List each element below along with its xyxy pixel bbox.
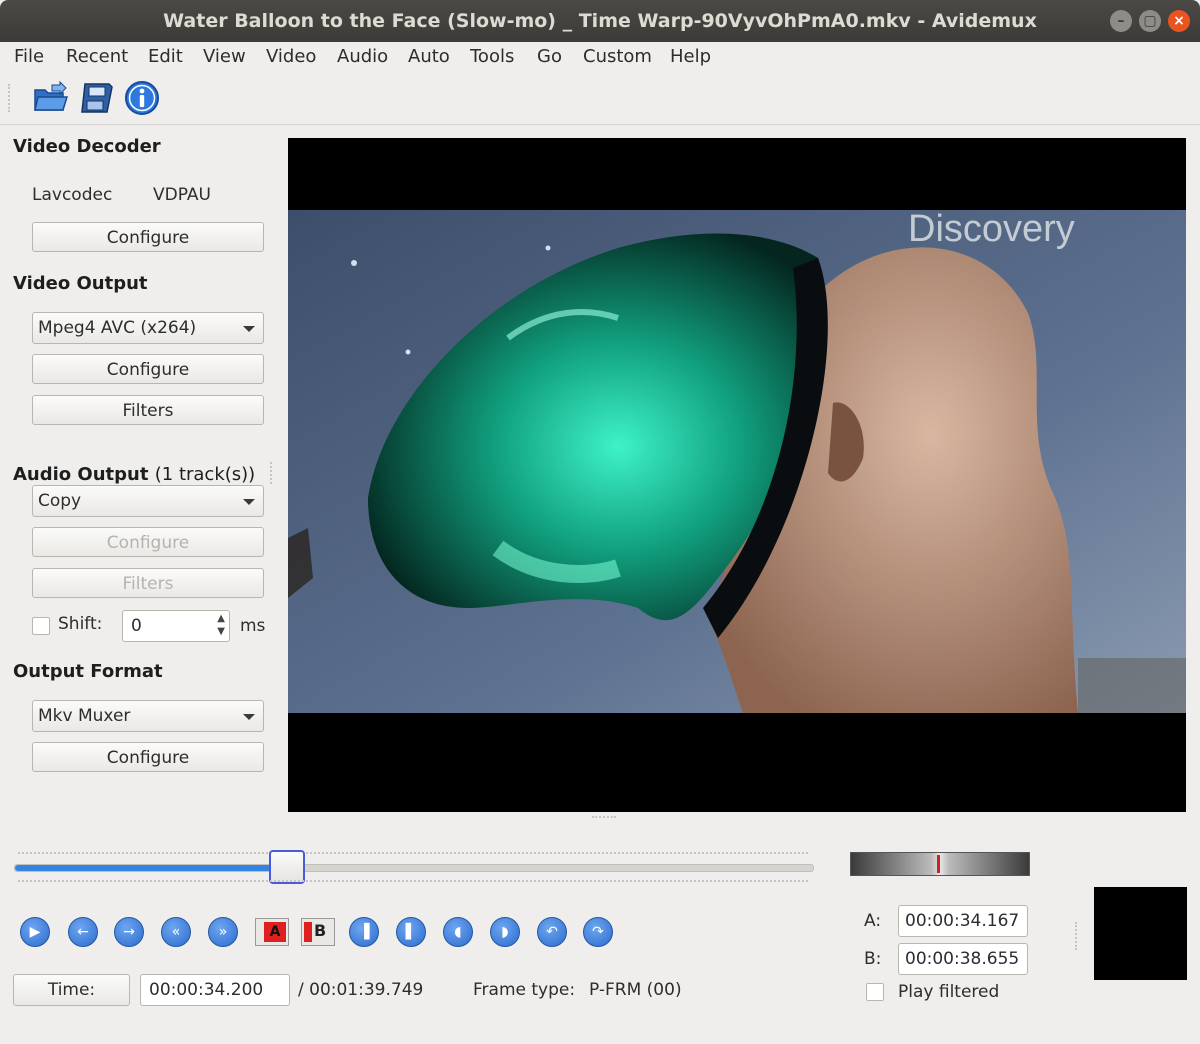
- audio-codec-value: Copy: [38, 491, 82, 511]
- goto-marker-b-button[interactable]: ◗: [490, 917, 520, 947]
- chevron-down-icon: [243, 326, 255, 332]
- audio-codec-select[interactable]: Copy: [32, 485, 264, 517]
- audio-configure-button[interactable]: Configure: [32, 527, 264, 557]
- shift-unit: ms: [240, 616, 266, 636]
- video-decoder-title: Video Decoder: [13, 136, 161, 157]
- panel-grip: [270, 462, 274, 484]
- marker-a-field[interactable]: 00:00:34.167: [898, 905, 1028, 937]
- menu-help[interactable]: Help: [670, 46, 711, 67]
- frame-type-value: P-FRM (00): [589, 980, 682, 1000]
- shift-label: Shift:: [58, 614, 103, 634]
- toolbar: [0, 72, 1200, 125]
- next-frame-button[interactable]: →: [114, 917, 144, 947]
- panel-grip: [1075, 922, 1079, 950]
- menu-go[interactable]: Go: [537, 46, 562, 67]
- decoder-name: Lavcodec: [32, 185, 113, 205]
- frame-type-label: Frame type:: [473, 980, 576, 1000]
- shift-spinbox[interactable]: 0 ▲ ▼: [122, 610, 230, 642]
- marker-b-label: B:: [864, 949, 882, 969]
- muxer-value: Mkv Muxer: [38, 706, 131, 726]
- save-file-icon[interactable]: [79, 80, 115, 116]
- current-time-field[interactable]: 00:00:34.200: [140, 974, 290, 1006]
- jog-shuttle[interactable]: [850, 852, 1030, 876]
- video-configure-button[interactable]: Configure: [32, 354, 264, 384]
- marker-b-icon: [304, 922, 312, 942]
- goto-marker-a-button[interactable]: ◖: [443, 917, 473, 947]
- play-button[interactable]: ▶: [20, 917, 50, 947]
- watermark-logo: Discovery: [908, 208, 1075, 250]
- decoder-configure-button[interactable]: Configure: [32, 222, 264, 252]
- marker-b-field[interactable]: 00:00:38.655: [898, 943, 1028, 975]
- timeline-ticks-bottom: [18, 880, 808, 886]
- marker-a-label: A:: [864, 911, 882, 931]
- jog-indicator: [937, 855, 940, 873]
- audio-output-label: Audio Output: [13, 464, 149, 485]
- previous-keyframe-button[interactable]: «: [161, 917, 191, 947]
- video-preview: Discovery: [288, 138, 1186, 812]
- video-codec-select[interactable]: Mpeg4 AVC (x264): [32, 312, 264, 344]
- menu-bar: File Recent Edit View Video Audio Auto T…: [0, 42, 1200, 72]
- menu-custom[interactable]: Custom: [583, 46, 652, 67]
- video-codec-value: Mpeg4 AVC (x264): [38, 318, 197, 338]
- video-filters-button[interactable]: Filters: [32, 395, 264, 425]
- audio-track-count: (1 track(s)): [154, 464, 256, 485]
- previous-cut-button[interactable]: ▐: [349, 917, 379, 947]
- open-file-icon[interactable]: [32, 80, 68, 116]
- play-filtered-checkbox[interactable]: [866, 983, 884, 1001]
- splitter-grip[interactable]: [592, 816, 616, 820]
- menu-auto[interactable]: Auto: [408, 46, 450, 67]
- muxer-select[interactable]: Mkv Muxer: [32, 700, 264, 732]
- chevron-down-icon: [243, 714, 255, 720]
- menu-video[interactable]: Video: [266, 46, 316, 67]
- menu-edit[interactable]: Edit: [148, 46, 183, 67]
- total-time: / 00:01:39.749: [298, 980, 424, 1000]
- toolbar-grip: [8, 84, 14, 112]
- menu-recent[interactable]: Recent: [66, 46, 128, 67]
- window-title: Water Balloon to the Face (Slow-mo) _ Ti…: [163, 10, 1037, 32]
- next-cut-button[interactable]: ▌: [396, 917, 426, 947]
- marker-b-letter-icon: B: [314, 921, 327, 940]
- next-keyframe-button[interactable]: »: [208, 917, 238, 947]
- timeline-ticks-top: [18, 852, 808, 858]
- menu-tools[interactable]: Tools: [470, 46, 514, 67]
- menu-audio[interactable]: Audio: [337, 46, 388, 67]
- marker-a-icon: A: [264, 922, 286, 942]
- menu-view[interactable]: View: [203, 46, 246, 67]
- shift-checkbox[interactable]: [32, 617, 50, 635]
- previous-black-frame-button[interactable]: ↶: [537, 917, 567, 947]
- video-output-title: Video Output: [13, 273, 148, 294]
- time-button[interactable]: Time:: [13, 974, 130, 1006]
- chevron-down-icon: [243, 499, 255, 505]
- muxer-configure-button[interactable]: Configure: [32, 742, 264, 772]
- set-marker-a-button[interactable]: A: [255, 918, 289, 946]
- maximize-icon[interactable]: ▢: [1139, 10, 1161, 32]
- previous-frame-button[interactable]: ←: [68, 917, 98, 947]
- shift-value: 0: [131, 616, 142, 636]
- decoder-hw: VDPAU: [153, 185, 211, 205]
- info-icon[interactable]: [124, 80, 160, 116]
- spin-up-icon[interactable]: ▲: [217, 613, 225, 625]
- close-icon[interactable]: ×: [1168, 10, 1190, 32]
- timeline-progress: [15, 865, 287, 871]
- set-marker-b-button[interactable]: B: [301, 918, 335, 946]
- play-filtered-label: Play filtered: [898, 982, 1000, 1002]
- spin-down-icon[interactable]: ▼: [217, 626, 225, 638]
- audio-meter-display: [1094, 887, 1187, 980]
- audio-filters-button[interactable]: Filters: [32, 568, 264, 598]
- audio-output-title: Audio Output (1 track(s)): [13, 464, 255, 485]
- output-format-title: Output Format: [13, 661, 163, 682]
- next-black-frame-button[interactable]: ↷: [583, 917, 613, 947]
- minimize-icon[interactable]: –: [1110, 10, 1132, 32]
- timeline-handle[interactable]: [268, 850, 305, 884]
- menu-file[interactable]: File: [14, 46, 44, 67]
